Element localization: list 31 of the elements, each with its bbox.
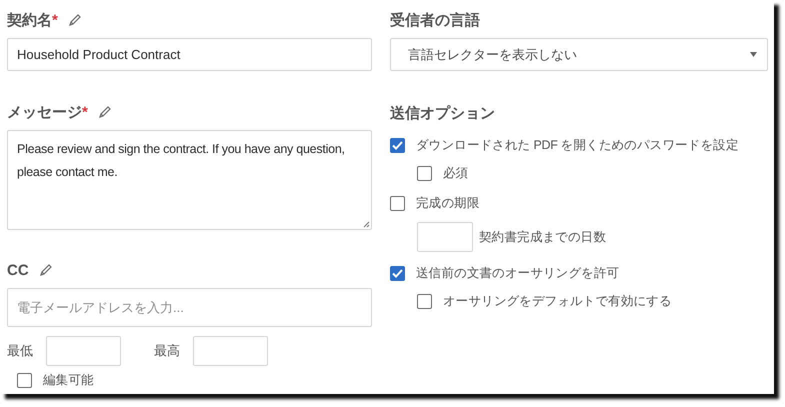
checkbox[interactable] xyxy=(417,294,432,309)
resize-handle-icon[interactable] xyxy=(362,220,370,228)
limit-label: 最低 xyxy=(7,342,33,360)
message-field[interactable]: Please review and sign the contract. If you have any question, please contact me. xyxy=(7,130,372,230)
option-label: 必須 xyxy=(443,165,468,182)
pencil-icon[interactable] xyxy=(38,263,53,277)
limit-field[interactable] xyxy=(193,336,268,366)
option-label: 完成の期限 xyxy=(416,195,480,212)
contract-name-field[interactable]: Household Product Contract xyxy=(7,38,372,71)
days-field[interactable] xyxy=(417,222,473,252)
checkbox[interactable] xyxy=(390,196,405,211)
pencil-icon[interactable] xyxy=(98,105,112,119)
section-title: 送信オプション xyxy=(390,104,495,122)
option-label: 編集可能 xyxy=(43,372,94,389)
option-label: 契約書完成までの日数 xyxy=(479,228,606,246)
pencil-icon[interactable] xyxy=(68,13,82,27)
limit-label: 最高 xyxy=(154,342,180,360)
checkbox[interactable] xyxy=(390,138,405,153)
field-label: メッセージ* xyxy=(7,102,88,122)
field-label: 契約名* xyxy=(7,10,58,30)
limit-field[interactable] xyxy=(46,336,121,366)
caret-icon xyxy=(750,52,757,57)
option-label: ダウンロードされた PDF を開くためのパスワードを設定 xyxy=(416,137,739,154)
checkbox[interactable] xyxy=(17,373,32,388)
field-label: 受信者の言語 xyxy=(390,10,480,30)
option-label: 送信前の文書のオーサリングを許可 xyxy=(416,265,620,282)
field-label: CC xyxy=(7,262,29,278)
checkbox[interactable] xyxy=(390,266,405,281)
language-dropdown[interactable]: 言語セレクターを表示しない xyxy=(390,38,768,71)
option-label: オーサリングをデフォルトで有効にする xyxy=(443,293,672,310)
checkbox[interactable] xyxy=(417,166,432,181)
